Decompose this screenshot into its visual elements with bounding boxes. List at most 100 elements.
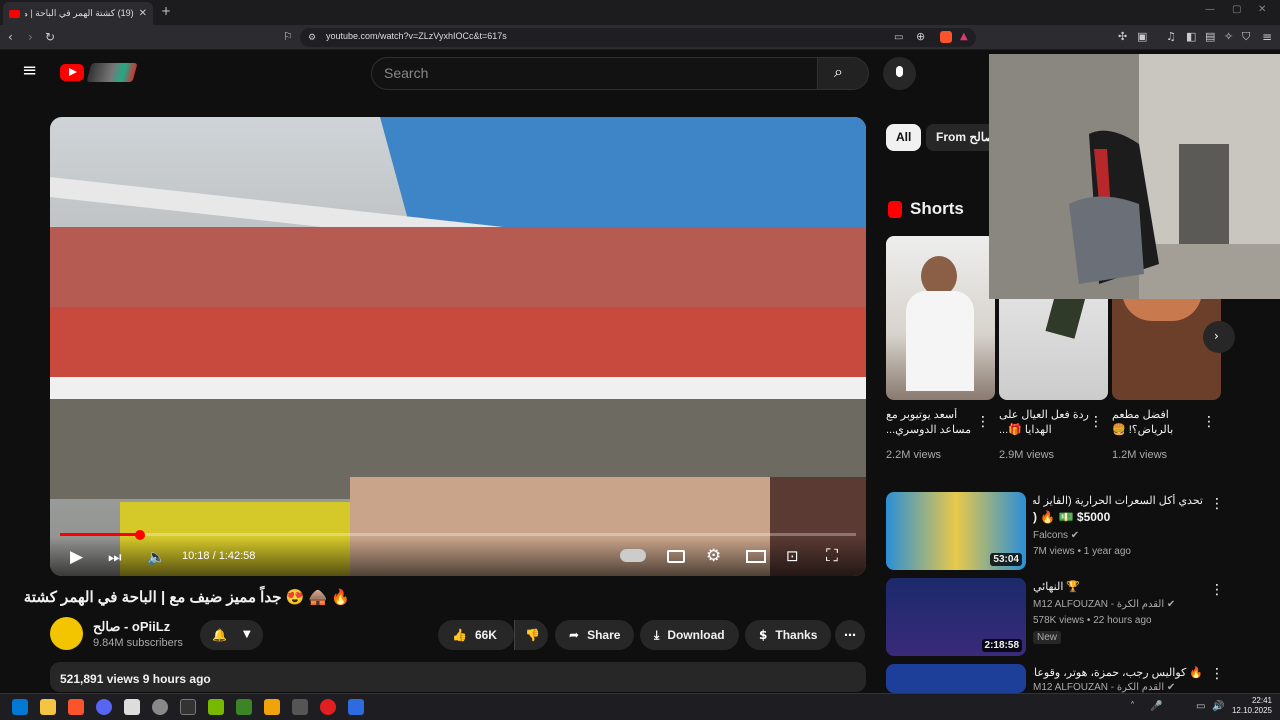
scrubber-handle[interactable] bbox=[134, 530, 145, 540]
brave-shields-icon[interactable] bbox=[940, 31, 952, 43]
short-thumbnail[interactable] bbox=[886, 236, 995, 400]
minecraft-icon[interactable] bbox=[236, 699, 252, 715]
brave-rewards-icon[interactable]: ▲ bbox=[960, 30, 968, 44]
maximize-icon[interactable]: ▢ bbox=[1232, 4, 1241, 15]
like-button[interactable]: 👍 66K bbox=[438, 620, 514, 650]
site-info-icon[interactable]: ⚙ bbox=[308, 31, 316, 45]
wallet-icon[interactable]: ▤ bbox=[1205, 30, 1215, 44]
video-channel[interactable]: Falcons ✔ bbox=[1033, 530, 1079, 541]
forward-icon[interactable]: › bbox=[28, 30, 33, 44]
epic-icon[interactable] bbox=[180, 699, 196, 715]
fullscreen-icon[interactable]: ⛶ bbox=[826, 546, 838, 566]
start-icon[interactable] bbox=[12, 699, 28, 715]
channel-name[interactable]: صالح - oPiiLz bbox=[93, 619, 170, 635]
short-title[interactable]: ردة فعل العيال على الهدايا 🎁... bbox=[999, 408, 1091, 438]
video-more-icon[interactable]: ⋮ bbox=[1210, 496, 1224, 512]
webcam-scene bbox=[989, 54, 1280, 299]
video-player[interactable]: ▶ ⏭ 🔈 10:18 / 1:42:58 ⚙ ⊡ ⛶ bbox=[50, 117, 866, 576]
short-title[interactable]: أسعد يوتيوبر مع مساعد الدوسري... bbox=[886, 408, 978, 438]
notifications-button[interactable]: 🔔 ▼ bbox=[200, 620, 263, 650]
more-actions-button[interactable]: ⋯ bbox=[835, 620, 865, 650]
video-meta: 7M views • 1 year ago bbox=[1033, 546, 1131, 557]
short-more-icon[interactable]: ⋮ bbox=[1089, 414, 1103, 430]
close-tab-icon[interactable]: ✕ bbox=[139, 7, 147, 21]
youtube-logo-icon[interactable] bbox=[60, 64, 84, 81]
video-thumbnail[interactable] bbox=[886, 664, 1026, 693]
clock-date[interactable]: 12.10.2025 bbox=[1230, 706, 1272, 715]
short-more-icon[interactable]: ⋮ bbox=[976, 414, 990, 430]
video-channel[interactable]: M12 ALFOUZAN - القدم الكرة ✔ bbox=[1033, 682, 1175, 693]
hamburger-menu-icon[interactable]: ≡ bbox=[22, 62, 37, 80]
voice-search-button[interactable] bbox=[883, 57, 916, 90]
short-title[interactable]: افضل مطعم بالرياض؟! 🍔 bbox=[1112, 408, 1204, 438]
speaker-icon[interactable]: 🔊 bbox=[1212, 700, 1224, 714]
cast-icon[interactable]: ⊡ bbox=[786, 547, 799, 565]
video-title-line2[interactable]: $5000 💵 🔥 ( bbox=[1033, 510, 1203, 524]
time-display: 10:18 / 1:42:58 bbox=[182, 550, 256, 562]
file-explorer-icon[interactable] bbox=[40, 699, 56, 715]
video-title-link[interactable]: 🏆 النهائي bbox=[1033, 580, 1203, 594]
autoplay-toggle[interactable] bbox=[620, 549, 646, 562]
next-icon[interactable]: ⏭ bbox=[108, 548, 122, 566]
theater-mode-icon[interactable] bbox=[746, 550, 766, 563]
media-icon[interactable]: ♫ bbox=[1166, 30, 1176, 44]
cast-page-icon[interactable]: ▭ bbox=[894, 31, 903, 45]
video-title-link[interactable]: تحدي أكل السعرات الحرارية (الفايز له bbox=[1033, 494, 1203, 508]
steam-icon[interactable] bbox=[152, 699, 168, 715]
bookmark-icon[interactable]: ⚐ bbox=[283, 30, 293, 44]
video-thumbnail[interactable]: 2:18:58 bbox=[886, 578, 1026, 656]
progress-bar[interactable] bbox=[60, 533, 856, 536]
clock-time[interactable]: 22:41 bbox=[1242, 696, 1272, 705]
extensions-icon[interactable]: ✣ bbox=[1118, 30, 1127, 44]
network-icon[interactable]: ▭ bbox=[1196, 700, 1205, 714]
tray-chevron-icon[interactable]: ˄ bbox=[1130, 700, 1135, 714]
share-button[interactable]: ➦ Share bbox=[555, 620, 635, 650]
channel-avatar[interactable] bbox=[50, 617, 83, 650]
zoom-icon[interactable]: ⊕ bbox=[916, 30, 925, 44]
video-channel[interactable]: M12 ALFOUZAN - القدم الكرة ✔ bbox=[1033, 599, 1175, 610]
nvidia-icon[interactable] bbox=[208, 699, 224, 715]
mic-tray-icon[interactable]: 🎤 bbox=[1150, 700, 1162, 714]
dislike-button[interactable]: 👎 bbox=[514, 620, 548, 650]
vpn-icon[interactable]: ⛉ bbox=[1242, 30, 1250, 44]
obs-icon[interactable] bbox=[320, 699, 336, 715]
leo-ai-icon[interactable]: ✧ bbox=[1224, 30, 1233, 44]
new-tab-icon[interactable]: + bbox=[161, 4, 171, 18]
url-field[interactable]: ⚙ youtube.com/watch?v=ZLzVyxhIOCc&t=617s… bbox=[300, 28, 976, 47]
video-thumbnail[interactable]: 53:04 bbox=[886, 492, 1026, 570]
chip-all[interactable]: All bbox=[886, 124, 922, 151]
thumbs-down-icon: 👎 bbox=[525, 628, 540, 642]
shorts-header: Shorts bbox=[888, 199, 964, 219]
shorts-next-button[interactable]: › bbox=[1203, 321, 1235, 353]
volume-icon[interactable]: 🔈 bbox=[147, 548, 166, 566]
app-icon[interactable] bbox=[292, 699, 308, 715]
description-box[interactable]: 521,891 views 9 hours ago bbox=[50, 662, 866, 692]
captions-icon[interactable] bbox=[667, 550, 685, 563]
video-more-icon[interactable]: ⋮ bbox=[1210, 582, 1224, 598]
settings-icon[interactable]: ⚙ bbox=[706, 546, 721, 566]
close-window-icon[interactable]: ✕ bbox=[1258, 4, 1266, 15]
player-controls bbox=[50, 537, 866, 576]
browser-tab[interactable]: (19) كشتة الهمر في الباحة | مع صـ... ✕ bbox=[3, 2, 153, 25]
discord-icon[interactable] bbox=[96, 699, 112, 715]
vpn-app-icon[interactable] bbox=[348, 699, 364, 715]
search-button[interactable]: ⌕ bbox=[817, 57, 869, 90]
back-icon[interactable]: ‹ bbox=[8, 30, 13, 44]
thanks-button[interactable]: $ Thanks bbox=[745, 620, 832, 650]
short-more-icon[interactable]: ⋮ bbox=[1202, 414, 1216, 430]
play-icon[interactable]: ▶ bbox=[70, 547, 83, 567]
video-title-link[interactable]: 🔥 كواليس رجب، حمزة، هوتر، وقوعاني bbox=[1033, 666, 1203, 680]
doodle-logo-icon[interactable] bbox=[86, 63, 138, 82]
brave-browser-icon[interactable] bbox=[68, 699, 84, 715]
minimize-icon[interactable]: — bbox=[1205, 4, 1215, 15]
reload-icon[interactable]: ↻ bbox=[45, 30, 55, 44]
menu-icon[interactable]: ≡ bbox=[1262, 30, 1272, 44]
app-icon[interactable] bbox=[264, 699, 280, 715]
video-more-icon[interactable]: ⋮ bbox=[1210, 666, 1224, 682]
search-input[interactable]: Search bbox=[371, 57, 818, 90]
translate-icon[interactable]: ▣ bbox=[1137, 30, 1147, 44]
epic-games-icon[interactable] bbox=[124, 699, 140, 715]
bell-icon: 🔔 bbox=[212, 628, 227, 642]
sidebar-toggle-icon[interactable]: ◧ bbox=[1186, 30, 1196, 44]
download-button[interactable]: ⤓ Download bbox=[640, 620, 739, 650]
